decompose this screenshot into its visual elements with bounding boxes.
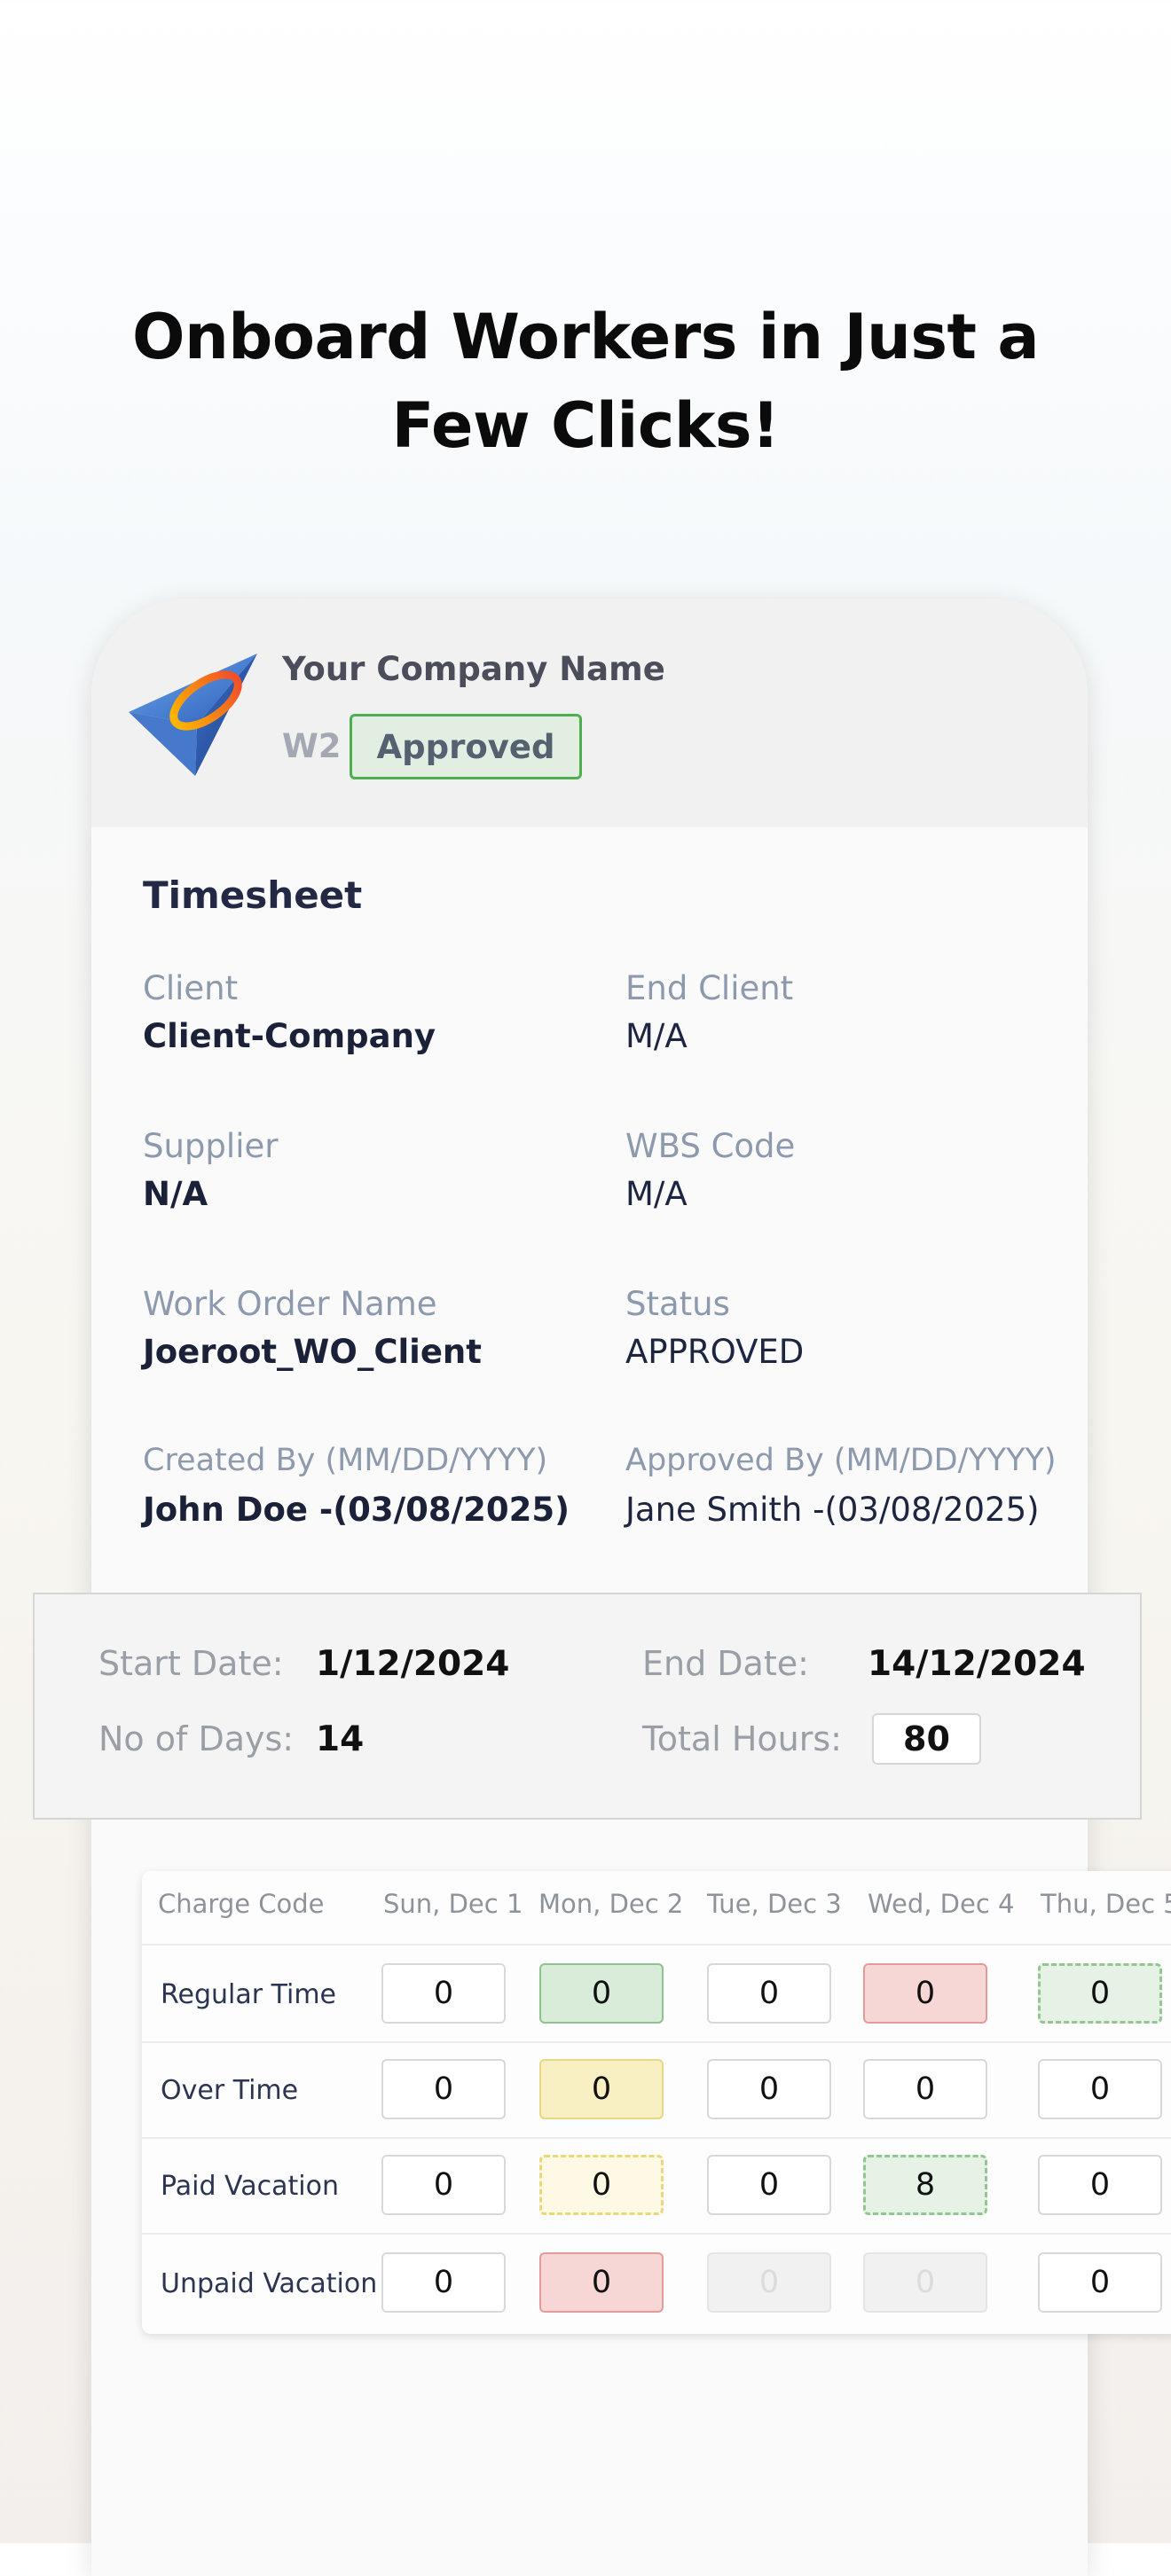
column-header: Thu, Dec 5 — [1041, 1889, 1171, 1919]
row-label-paid-vacation: Paid Vacation — [161, 2171, 339, 2202]
company-logo-icon — [129, 654, 257, 776]
supplier-label: Supplier — [143, 1127, 279, 1165]
days-label: No of Days: — [98, 1719, 295, 1758]
wbs-code-label: WBS Code — [625, 1127, 796, 1165]
column-header: Charge Code — [158, 1889, 325, 1919]
hours-input[interactable]: 0 — [707, 2059, 831, 2119]
date-summary-panel: Start Date: 1/12/2024 End Date: 14/12/20… — [33, 1593, 1142, 1820]
status-label: Status — [625, 1285, 730, 1323]
hours-input-disabled: 0 — [707, 2252, 831, 2313]
row-label-over-time: Over Time — [161, 2075, 299, 2106]
column-header: Sun, Dec 1 — [383, 1889, 523, 1919]
hours-input[interactable]: 0 — [381, 2252, 506, 2313]
timesheet-table: Charge Code Sun, Dec 1 Mon, Dec 2 Tue, D… — [142, 1871, 1171, 2334]
client-value: Client-Company — [143, 1017, 436, 1055]
headline: Onboard Workers in Just a Few Clicks! — [0, 293, 1171, 470]
days-value: 14 — [316, 1719, 365, 1759]
section-title: Timesheet — [143, 873, 363, 917]
status-value: APPROVED — [625, 1333, 805, 1371]
row-divider — [142, 1944, 1171, 1946]
hours-input[interactable]: 0 — [1038, 2155, 1162, 2215]
work-order-value: Joeroot_WO_Client — [143, 1333, 482, 1371]
approved-by-value: Jane Smith -(03/08/2025) — [625, 1491, 1040, 1529]
hours-input[interactable]: 0 — [1038, 1963, 1162, 2024]
card-header: Your Company Name W2 Approved — [91, 599, 1088, 827]
hours-input[interactable]: 0 — [539, 2252, 664, 2313]
headline-line-2: Few Clicks! — [391, 389, 781, 462]
headline-line-1: Onboard Workers in Just a — [131, 301, 1040, 373]
column-header: Mon, Dec 2 — [538, 1889, 684, 1919]
end-date-value: 14/12/2024 — [868, 1644, 1086, 1684]
status-badge: Approved — [350, 714, 582, 779]
created-by-value: John Doe -(03/08/2025) — [143, 1491, 570, 1529]
start-date-value: 1/12/2024 — [316, 1644, 510, 1684]
work-order-label: Work Order Name — [143, 1285, 437, 1323]
hours-input[interactable]: 0 — [1038, 2252, 1162, 2313]
hours-input[interactable]: 0 — [539, 2155, 664, 2215]
wbs-code-value: M/A — [625, 1175, 688, 1213]
hours-input[interactable]: 0 — [539, 1963, 664, 2024]
end-client-label: End Client — [625, 969, 794, 1007]
end-date-label: End Date: — [642, 1644, 809, 1683]
row-divider — [142, 2233, 1171, 2235]
hours-input[interactable]: 0 — [381, 2155, 506, 2215]
client-label: Client — [143, 969, 239, 1007]
row-label-regular-time: Regular Time — [161, 1979, 337, 2010]
row-divider — [142, 2041, 1171, 2043]
column-header: Wed, Dec 4 — [868, 1889, 1015, 1919]
created-by-label: Created By (MM/DD/YYYY) — [143, 1443, 548, 1478]
supplier-value: N/A — [143, 1175, 208, 1213]
hours-input-disabled: 0 — [863, 2252, 987, 2313]
hours-input[interactable]: 0 — [381, 1963, 506, 2024]
row-label-unpaid-vacation: Unpaid Vacation — [161, 2268, 378, 2299]
hours-input[interactable]: 0 — [863, 2059, 987, 2119]
start-date-label: Start Date: — [98, 1644, 284, 1683]
hours-input[interactable]: 0 — [539, 2059, 664, 2119]
end-client-value: M/A — [625, 1017, 688, 1055]
hours-input[interactable]: 0 — [863, 1963, 987, 2024]
hours-input[interactable]: 0 — [1038, 2059, 1162, 2119]
hours-input[interactable]: 8 — [863, 2155, 987, 2215]
hours-input[interactable]: 0 — [707, 2155, 831, 2215]
hours-input[interactable]: 0 — [707, 1963, 831, 2024]
total-hours-label: Total Hours: — [642, 1719, 842, 1758]
row-divider — [142, 2137, 1171, 2139]
column-header: Tue, Dec 3 — [707, 1889, 842, 1919]
company-name: Your Company Name — [282, 650, 665, 688]
total-hours-value: 80 — [872, 1713, 981, 1765]
hours-input[interactable]: 0 — [381, 2059, 506, 2119]
worker-type-label: W2 — [282, 727, 342, 765]
approved-by-label: Approved By (MM/DD/YYYY) — [625, 1443, 1057, 1478]
